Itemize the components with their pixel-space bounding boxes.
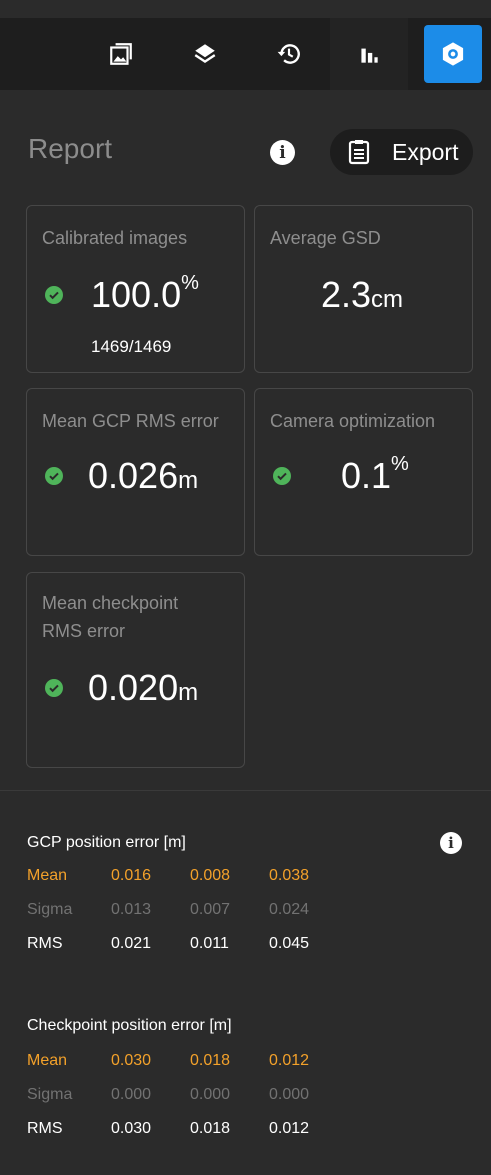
clipboard-icon xyxy=(348,140,370,165)
info-icon[interactable]: i xyxy=(270,140,295,165)
tab-images[interactable] xyxy=(82,18,160,90)
card-camera-optimization: Camera optimization 0.1% xyxy=(254,388,473,556)
check-icon xyxy=(45,679,63,697)
export-button[interactable]: Export xyxy=(330,129,473,175)
bar-chart-icon xyxy=(361,48,378,63)
settings-button[interactable] xyxy=(424,25,482,83)
gcp-rms-value: 0.026m xyxy=(88,455,199,496)
card-title: Calibrated images xyxy=(42,228,188,248)
page-title: Report xyxy=(28,133,113,164)
card-average-gsd: Average GSD 2.3cm xyxy=(254,205,473,373)
card-gcp-rms: Mean GCP RMS error 0.026m xyxy=(26,388,245,556)
section-divider xyxy=(0,790,491,791)
tab-report[interactable] xyxy=(330,18,408,90)
toolbar-strip xyxy=(0,18,491,90)
calibrated-value: 100.0% xyxy=(91,272,199,315)
card-title: Average GSD xyxy=(270,228,381,248)
gcp-error-title: GCP position error [m] xyxy=(27,834,186,851)
camera-value: 0.1% xyxy=(341,453,409,496)
export-label: Export xyxy=(392,138,459,165)
calibrated-count: 1469/1469 xyxy=(91,337,172,356)
card-title: Mean checkpoint RMS error xyxy=(42,593,179,641)
image-icon xyxy=(110,43,132,65)
checkpoint-rms-value: 0.020m xyxy=(88,667,199,708)
check-icon xyxy=(273,467,291,485)
card-title: Camera optimization xyxy=(270,411,436,431)
card-checkpoint-rms: Mean checkpoint RMS error 0.020m xyxy=(26,572,245,768)
top-toolbar xyxy=(0,0,491,90)
check-icon xyxy=(45,467,63,485)
gsd-value: 2.3cm xyxy=(321,274,404,315)
info-icon[interactable]: i xyxy=(440,832,462,854)
history-icon xyxy=(277,44,300,64)
tab-history[interactable] xyxy=(250,18,328,90)
tab-layers[interactable] xyxy=(166,18,244,90)
layers-icon xyxy=(194,44,216,64)
check-icon xyxy=(45,286,63,304)
card-title: Mean GCP RMS error xyxy=(42,411,219,431)
checkpoint-error-title: Checkpoint position error [m] xyxy=(27,1017,232,1034)
card-calibrated-images: Calibrated images 100.0% 1469/1469 xyxy=(26,205,245,373)
settings-icon xyxy=(442,42,464,66)
